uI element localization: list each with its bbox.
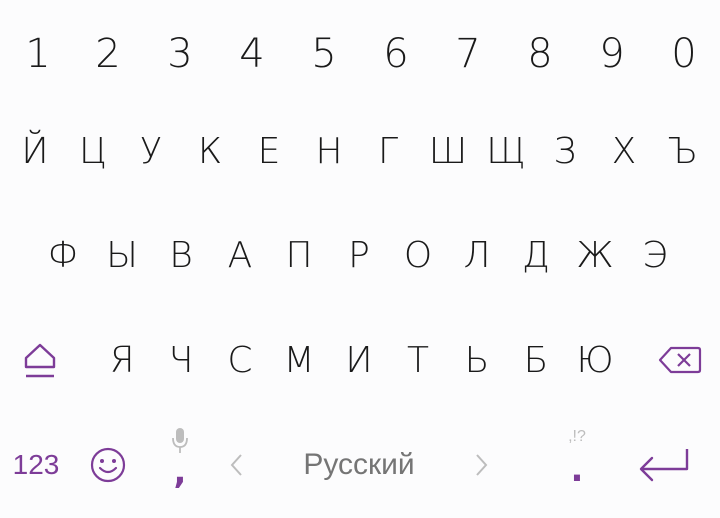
emoji-icon: [90, 447, 126, 483]
symbols-key[interactable]: 123: [4, 432, 68, 498]
key-у[interactable]: У: [128, 118, 174, 184]
key-м[interactable]: М: [276, 327, 322, 393]
key-в[interactable]: В: [158, 222, 204, 288]
backspace-key[interactable]: [650, 327, 710, 393]
key-н[interactable]: Н: [306, 118, 352, 184]
key-7[interactable]: 7: [443, 20, 493, 88]
shift-key[interactable]: [12, 327, 68, 393]
key-а[interactable]: А: [217, 222, 263, 288]
key-щ[interactable]: Щ: [483, 118, 529, 184]
key-о[interactable]: О: [395, 222, 441, 288]
key-з[interactable]: З: [542, 118, 588, 184]
key-1[interactable]: 1: [13, 20, 63, 88]
key-ю[interactable]: Ю: [572, 327, 618, 393]
key-ш[interactable]: Ш: [425, 118, 471, 184]
period-key[interactable]: ,!? .: [555, 424, 599, 508]
key-8[interactable]: 8: [515, 20, 565, 88]
key-я[interactable]: Я: [99, 327, 145, 393]
chevron-left-icon: [230, 454, 242, 476]
key-с[interactable]: С: [217, 327, 263, 393]
enter-icon: [639, 449, 689, 482]
keyboard: 1 2 3 4 5 6 7 8 9 0 Й Ц У К Е Н Г Ш Щ З …: [0, 0, 720, 518]
key-г[interactable]: Г: [365, 118, 411, 184]
period-hint: ,!?: [568, 428, 586, 445]
key-к[interactable]: К: [187, 118, 233, 184]
comma-label: ,: [173, 452, 187, 492]
chevron-right-icon: [476, 454, 488, 476]
key-б[interactable]: Б: [513, 327, 559, 393]
space-bar[interactable]: Русский: [218, 432, 500, 498]
key-р[interactable]: Р: [336, 222, 382, 288]
key-п[interactable]: П: [276, 222, 322, 288]
key-ч[interactable]: Ч: [158, 327, 204, 393]
key-е[interactable]: Е: [246, 118, 292, 184]
key-и[interactable]: И: [336, 327, 382, 393]
key-й[interactable]: Й: [12, 118, 58, 184]
key-х[interactable]: Х: [601, 118, 647, 184]
comma-key[interactable]: ,: [160, 420, 200, 510]
key-э[interactable]: Э: [632, 222, 678, 288]
key-ъ[interactable]: Ъ: [660, 118, 706, 184]
period-label: .: [570, 450, 584, 490]
key-д[interactable]: Д: [513, 222, 559, 288]
key-2[interactable]: 2: [83, 20, 133, 88]
key-л[interactable]: Л: [454, 222, 500, 288]
key-ж[interactable]: Ж: [572, 222, 618, 288]
backspace-icon: [658, 346, 702, 374]
key-6[interactable]: 6: [371, 20, 421, 88]
key-9[interactable]: 9: [587, 20, 637, 88]
key-ф[interactable]: Ф: [40, 222, 86, 288]
key-3[interactable]: 3: [155, 20, 205, 88]
key-5[interactable]: 5: [299, 20, 349, 88]
key-ь[interactable]: Ь: [454, 327, 500, 393]
key-ы[interactable]: Ы: [99, 222, 145, 288]
key-ц[interactable]: Ц: [70, 118, 116, 184]
space-bar-label: Русский: [303, 448, 415, 481]
shift-icon: [24, 343, 56, 378]
enter-key[interactable]: [630, 432, 696, 498]
emoji-key[interactable]: [84, 432, 132, 498]
key-4[interactable]: 4: [227, 20, 277, 88]
key-т[interactable]: Т: [395, 327, 441, 393]
key-0[interactable]: 0: [659, 20, 709, 88]
